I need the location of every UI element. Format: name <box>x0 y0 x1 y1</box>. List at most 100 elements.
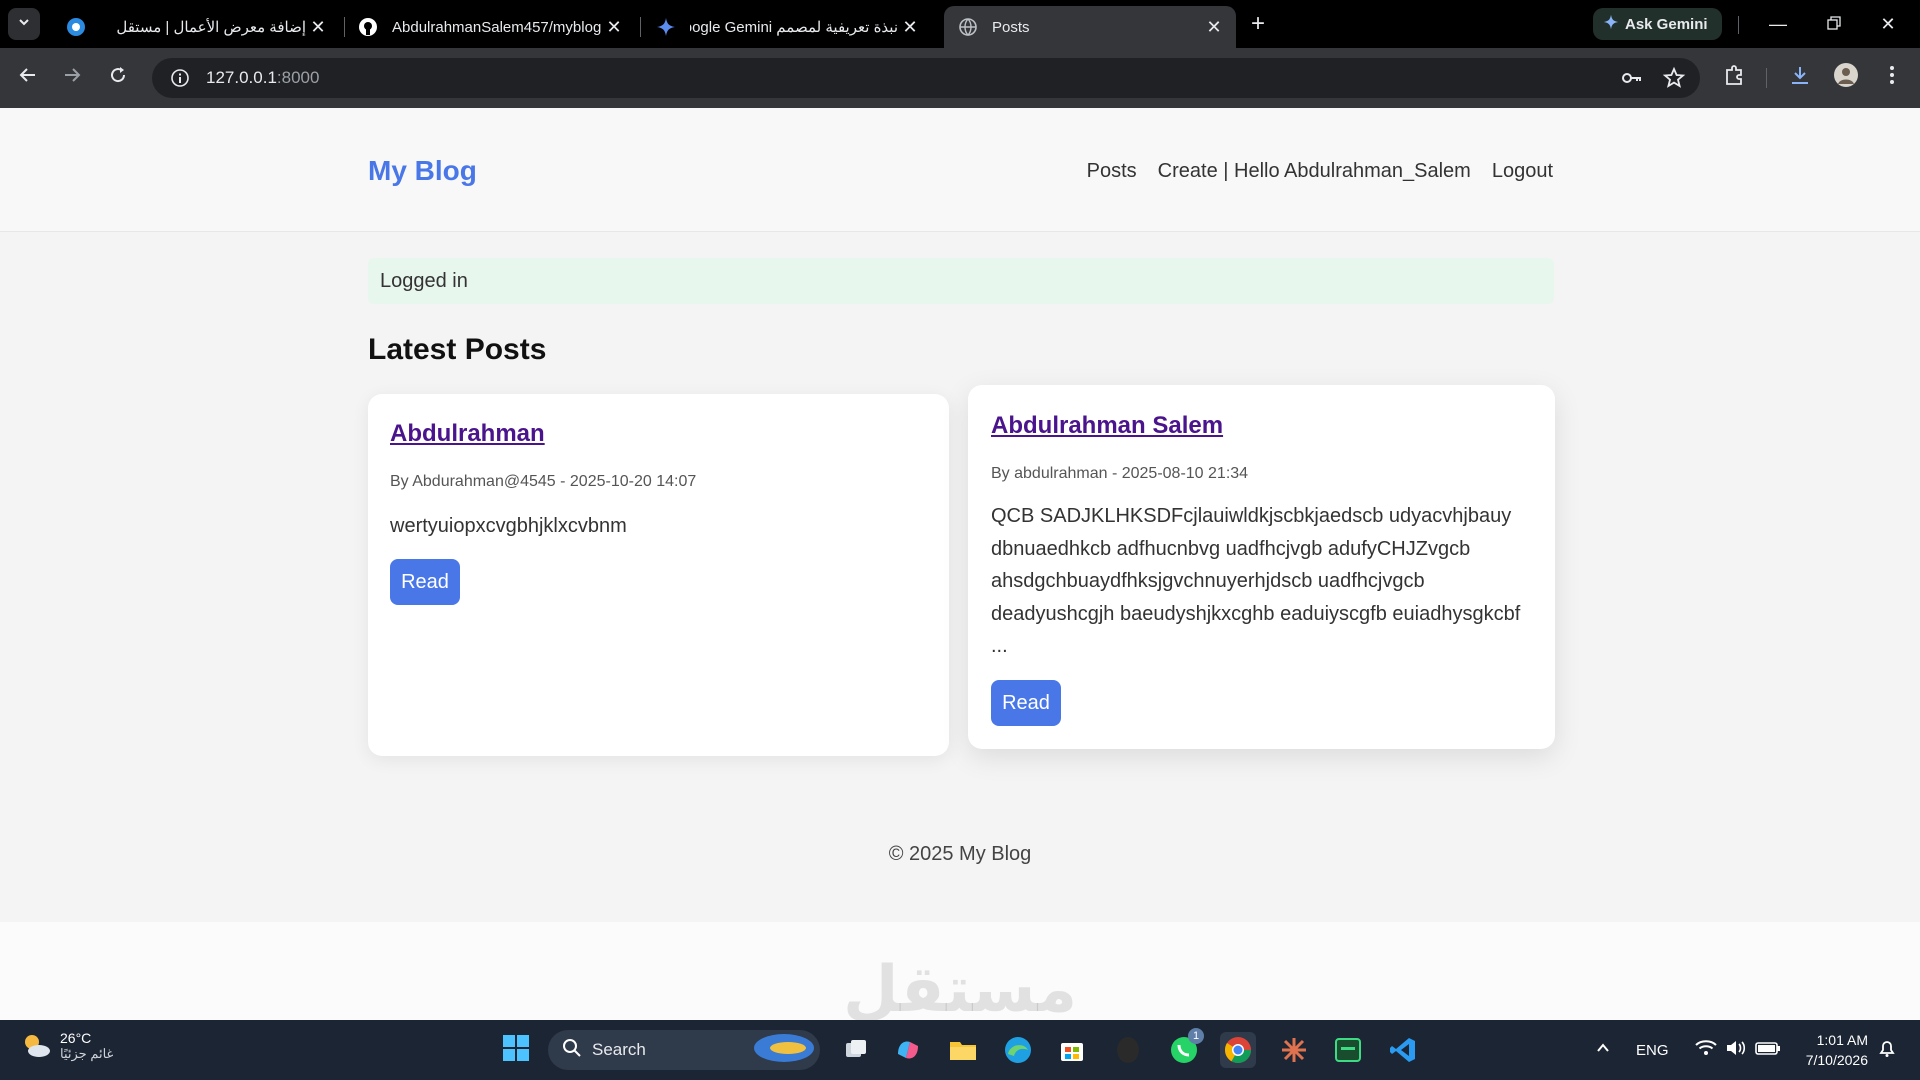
search-icon <box>562 1038 582 1063</box>
avatar <box>1834 63 1858 93</box>
post-excerpt-line: deadyushcgjh baeudyshjkxcghb eaduiyscgfb… <box>991 602 1521 625</box>
extensions-button[interactable] <box>1718 62 1750 94</box>
post-excerpt-line: ... <box>991 635 1008 657</box>
close-icon[interactable]: ✕ <box>1202 15 1226 39</box>
file-explorer-icon[interactable] <box>945 1032 981 1068</box>
windows-icon <box>502 1034 530 1067</box>
wifi-icon[interactable] <box>1694 1039 1717 1061</box>
close-icon[interactable]: ✕ <box>306 15 330 39</box>
edge-icon[interactable] <box>1000 1032 1036 1068</box>
chrome-icon[interactable] <box>1220 1032 1256 1068</box>
start-button[interactable] <box>498 1032 534 1068</box>
tab-gemini[interactable]: نبذة تعريفية لمصمم Google Gemini ✕ <box>642 6 932 48</box>
language-indicator[interactable]: ENG <box>1636 1042 1669 1059</box>
post-excerpt: QCB SADJKLHKSDFcjlauiwldkjscbkjaedscb ud… <box>991 500 1541 663</box>
section-title: Latest Posts <box>368 333 547 366</box>
post-meta: By Abdurahman@4545 - 2025-10-20 14:07 <box>390 473 697 490</box>
nav-spacer <box>1137 160 1158 183</box>
claude-icon[interactable] <box>1276 1032 1312 1068</box>
post-excerpt: wertyuiopxcvgbhjklxcvbnm <box>390 510 930 543</box>
chevron-up-icon[interactable] <box>1596 1041 1610 1059</box>
taskbar-search[interactable]: Search <box>548 1030 820 1070</box>
nav-create-link[interactable]: Create <box>1158 160 1218 183</box>
browser-menu-button[interactable] <box>1876 62 1908 94</box>
arrow-left-icon <box>19 66 37 90</box>
kebab-menu-icon <box>1889 65 1895 91</box>
post-title-link[interactable]: Abdulrahman <box>390 420 545 448</box>
battery-icon[interactable] <box>1754 1040 1781 1060</box>
site-nav: Posts Create | Hello Abdulrahman_Salem L… <box>1087 160 1553 183</box>
search-label: Search <box>592 1040 646 1059</box>
omnibox-icons <box>1620 66 1686 95</box>
new-tab-button[interactable]: + <box>1246 12 1270 36</box>
tab-title: AbdulrahmanSalem457/myblog <box>392 18 602 36</box>
restore-button[interactable] <box>1814 8 1854 40</box>
star-icon[interactable] <box>1662 66 1686 95</box>
tab-title: Posts <box>992 18 1030 36</box>
store-icon[interactable] <box>1054 1032 1090 1068</box>
ask-gemini-button[interactable]: Ask Gemini <box>1593 8 1722 40</box>
key-icon[interactable] <box>1620 66 1644 95</box>
close-icon[interactable]: ✕ <box>602 15 626 39</box>
gemini-icon <box>1603 14 1619 34</box>
reload-button[interactable] <box>102 62 134 94</box>
volume-icon[interactable] <box>1725 1039 1747 1061</box>
url-text: 127.0.0.1:8000 <box>206 68 319 88</box>
profile-button[interactable] <box>1830 62 1862 94</box>
back-button[interactable] <box>12 62 44 94</box>
flash-message: Logged in <box>368 258 1554 304</box>
nav-separator: | <box>1217 160 1235 182</box>
weather-text: 26°C غائم جزئيًا <box>60 1030 113 1062</box>
post-excerpt-line: dbnuaedhkcb adfhucnbvg uadfhcjvgb adufyC… <box>991 537 1471 560</box>
url-port: :8000 <box>276 68 320 87</box>
read-button[interactable]: Read <box>390 559 460 605</box>
nav-spacer <box>1471 160 1492 183</box>
tab-mostaql[interactable]: إضافة معرض الأعمال | مستقل ✕ <box>52 6 340 48</box>
page-content: My Blog Posts Create | Hello Abdulrahman… <box>0 108 1920 1020</box>
tab-search-button[interactable] <box>8 8 40 40</box>
clock-date: 7/10/2026 <box>1805 1052 1868 1068</box>
terminal-app-icon[interactable] <box>1330 1032 1366 1068</box>
notifications-button[interactable] <box>1872 1032 1902 1068</box>
address-bar[interactable]: 127.0.0.1:8000 <box>152 58 1700 98</box>
tab-posts[interactable]: Posts ✕ <box>944 6 1236 48</box>
app-dark-icon[interactable] <box>1110 1032 1146 1068</box>
puzzle-icon <box>1723 64 1745 92</box>
tab-github[interactable]: AbdulrahmanSalem457/myblog ✕ <box>344 6 636 48</box>
tab-separator <box>640 17 641 37</box>
nav-logout-link[interactable]: Logout <box>1492 160 1553 183</box>
close-window-button[interactable]: ✕ <box>1868 8 1908 40</box>
taskbar-clock[interactable]: 1:01 AM 7/10/2026 <box>1806 1030 1868 1070</box>
restore-icon <box>1827 14 1841 35</box>
read-button[interactable]: Read <box>991 680 1061 726</box>
close-icon[interactable]: ✕ <box>898 15 922 39</box>
forward-button[interactable] <box>56 62 88 94</box>
bell-icon <box>1877 1038 1897 1063</box>
site-header: My Blog Posts Create | Hello Abdulrahman… <box>0 108 1920 232</box>
nav-posts-link[interactable]: Posts <box>1087 160 1137 183</box>
vscode-icon[interactable] <box>1385 1032 1421 1068</box>
mostaql-icon <box>66 17 86 37</box>
divider <box>1738 16 1739 34</box>
download-icon <box>1789 64 1811 92</box>
site-info-icon[interactable] <box>162 68 198 88</box>
github-icon <box>358 17 378 37</box>
post-meta: By abdulrahman - 2025-08-10 21:34 <box>991 465 1249 482</box>
notification-badge: 1 <box>1188 1028 1204 1044</box>
weather-widget[interactable]: 26°C غائم جزئيًا <box>20 1030 113 1062</box>
site-brand[interactable]: My Blog <box>368 155 477 187</box>
copilot-icon[interactable] <box>890 1032 926 1068</box>
partly-cloudy-icon <box>20 1030 52 1062</box>
taskbar: 26°C غائم جزئيًا Search 1 ENG 1:01 AM 7/… <box>0 1020 1920 1080</box>
chevron-down-icon <box>17 15 31 34</box>
downloads-button[interactable] <box>1784 62 1816 94</box>
arrow-right-icon <box>63 66 81 90</box>
system-tray: ENG <box>1596 1020 1781 1080</box>
task-view-icon[interactable] <box>838 1032 874 1068</box>
post-title-link[interactable]: Abdulrahman Salem <box>991 412 1223 440</box>
browser-toolbar: 127.0.0.1:8000 <box>0 48 1920 108</box>
reload-icon <box>109 66 127 90</box>
minimize-button[interactable]: — <box>1758 8 1798 40</box>
ask-gemini-label: Ask Gemini <box>1625 15 1708 33</box>
whatsapp-icon[interactable]: 1 <box>1166 1028 1204 1068</box>
